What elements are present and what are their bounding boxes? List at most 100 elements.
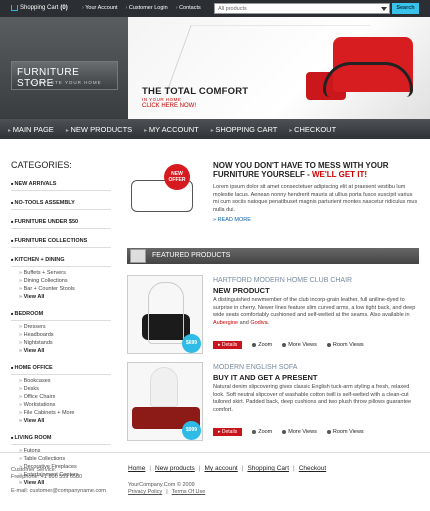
- room-icon: [326, 430, 331, 434]
- room-views-button[interactable]: Room Views: [326, 429, 364, 435]
- room-icon: [326, 343, 331, 347]
- category-home-office[interactable]: HOME OFFICE: [11, 362, 111, 375]
- view-all-link[interactable]: View All: [11, 347, 111, 355]
- cart-label: Shopping Cart: [20, 5, 59, 11]
- promo-title-accent: WE'LL GET IT!: [311, 170, 368, 179]
- cart-count: (0): [60, 5, 68, 11]
- footer-my-account-link[interactable]: My account: [205, 465, 238, 472]
- subcategory-link[interactable]: Buffets + Servers: [11, 269, 111, 277]
- godiva-link[interactable]: Godiva: [250, 320, 267, 326]
- zoom-icon: [252, 430, 257, 434]
- product-description: A distinguished newmember of the club in…: [213, 297, 416, 326]
- details-button[interactable]: Details: [213, 428, 243, 436]
- product-card: $699 HARTFORD MODERN HOME CLUB CHAIR NEW…: [127, 275, 419, 355]
- product-subtitle: BUY IT AND GET A PRESENT: [213, 373, 318, 382]
- footer-new-products-link[interactable]: New products: [155, 465, 195, 472]
- main-nav: MAIN PAGE NEW PRODUCTS MY ACCOUNT SHOPPI…: [0, 119, 430, 139]
- hero-link[interactable]: CLICK HERE NOW!: [142, 103, 196, 109]
- zoom-button[interactable]: Zoom: [252, 429, 272, 435]
- zoom-label: Zoom: [258, 429, 273, 435]
- person-image: [150, 367, 178, 407]
- categories-heading: CATEGORIES:: [11, 160, 72, 170]
- hero-subtitle: IN YOUR HOME: [142, 97, 182, 102]
- product-card: $999 MODERN ENGLISH SOFA BUY IT AND GET …: [127, 362, 419, 442]
- room-views-label: Room Views: [332, 429, 364, 435]
- subcategory-link[interactable]: Dining Collections: [11, 277, 111, 285]
- promo-block: NEW OFFER NOW YOU DON'T HAVE TO MESS WIT…: [127, 160, 417, 232]
- category-new-arrivals[interactable]: NEW ARRIVALS: [11, 178, 111, 191]
- footer-checkout-link[interactable]: Checkout: [299, 465, 326, 472]
- product-image[interactable]: $999: [127, 362, 203, 441]
- room-views-button[interactable]: Room Views: [326, 342, 364, 348]
- featured-heading: FEATURED PRODUCTS: [152, 252, 231, 259]
- more-views-label: More Views: [288, 342, 317, 348]
- subcategory-link[interactable]: Nightstands: [11, 339, 111, 347]
- privacy-policy-link[interactable]: Privacy Policy: [128, 489, 162, 495]
- logo-tagline: COMPLETE YOUR HOME: [30, 80, 102, 85]
- top-bar: Shopping Cart (0) Your Account Customer …: [0, 0, 430, 17]
- nav-shopping-cart[interactable]: SHOPPING CART: [211, 125, 277, 134]
- search-select-value: All products: [218, 6, 247, 12]
- footer-cart-link[interactable]: Shopping Cart: [247, 465, 289, 472]
- aubergine-link[interactable]: Aubergine: [213, 320, 238, 326]
- new-offer-badge: NEW OFFER: [164, 164, 190, 190]
- logo-title: FURNITURE STORE: [17, 67, 80, 89]
- subcategory-link[interactable]: Headboards: [11, 331, 111, 339]
- subcategory-link[interactable]: Dressers: [11, 323, 111, 331]
- subcategory-link[interactable]: Office Chairs: [11, 393, 111, 401]
- view-all-link[interactable]: View All: [11, 293, 111, 301]
- zoom-label: Zoom: [258, 342, 273, 348]
- cart-icon: [11, 5, 18, 11]
- terms-link[interactable]: Terms Of Use: [172, 489, 206, 495]
- category-living-room[interactable]: LIVING ROOM: [11, 432, 111, 445]
- subcategory-link[interactable]: File Cabinets + More: [11, 409, 111, 417]
- contacts-link[interactable]: Contacts: [176, 5, 201, 11]
- search-category-select[interactable]: All products: [214, 3, 390, 14]
- product-title[interactable]: MODERN ENGLISH SOFA: [213, 364, 297, 371]
- footer-email: E-mail: customer@companyname.com: [11, 488, 106, 494]
- price-badge: $999: [182, 421, 201, 440]
- nav-main-page[interactable]: MAIN PAGE: [8, 125, 54, 134]
- more-views-button[interactable]: More Views: [282, 342, 317, 348]
- nav-checkout[interactable]: CHECKOUT: [289, 125, 336, 134]
- promo-title: NOW YOU DON'T HAVE TO MESS WITH YOUR FUR…: [213, 161, 413, 179]
- chair-frame-image: [323, 62, 413, 97]
- shopping-cart-link[interactable]: Shopping Cart (0): [11, 5, 68, 11]
- hero-title: THE TOTAL COMFORT: [142, 86, 249, 97]
- customer-login-link[interactable]: Customer Login: [125, 5, 168, 11]
- category-no-tools[interactable]: NO-TOOLS ASSEMBLY: [11, 197, 111, 210]
- nav-my-account[interactable]: MY ACCOUNT: [144, 125, 199, 134]
- more-views-button[interactable]: More Views: [282, 429, 317, 435]
- category-kitchen-dining[interactable]: KITCHEN + DINING: [11, 254, 111, 267]
- product-title[interactable]: HARTFORD MODERN HOME CLUB CHAIR: [213, 277, 352, 284]
- search-button[interactable]: Search: [392, 3, 419, 14]
- subcategory-link[interactable]: Bookcases: [11, 377, 111, 385]
- logo[interactable]: FURNITURE STORE COMPLETE YOUR HOME: [11, 61, 118, 90]
- description-conjunction: and: [238, 319, 251, 326]
- sidebar: CATEGORIES: NEW ARRIVALS NO-TOOLS ASSEMB…: [11, 160, 111, 494]
- details-button[interactable]: Details: [213, 341, 243, 349]
- footer-home-link[interactable]: Home: [128, 465, 145, 472]
- zoom-button[interactable]: Zoom: [252, 342, 272, 348]
- category-collections[interactable]: FURNITURE COLLECTIONS: [11, 235, 111, 248]
- subcategory-link[interactable]: Bar + Counter Stools: [11, 285, 111, 293]
- featured-icon: [130, 249, 146, 263]
- subcategory-link[interactable]: Desks: [11, 385, 111, 393]
- product-image[interactable]: $699: [127, 275, 203, 354]
- description-text: A distinguished newmember of the club in…: [213, 297, 416, 318]
- category-under-50[interactable]: FURNITURE UNDER $50: [11, 216, 111, 229]
- freephone: Freephone: +1 800 559 6580: [11, 474, 83, 480]
- person-image: [148, 282, 184, 344]
- view-all-link[interactable]: View All: [11, 417, 111, 425]
- category-bedroom[interactable]: BEDROOM: [11, 308, 111, 321]
- views-icon: [282, 430, 287, 434]
- your-account-link[interactable]: Your Account: [82, 5, 117, 11]
- price-badge: $699: [182, 334, 201, 353]
- read-more-link[interactable]: READ MORE: [213, 217, 251, 223]
- subcategory-link[interactable]: Workstations: [11, 401, 111, 409]
- more-views-label: More Views: [288, 429, 317, 435]
- nav-new-products[interactable]: NEW PRODUCTS: [66, 125, 133, 134]
- promo-image: NEW OFFER: [127, 160, 207, 230]
- service-label: Customer Service:: [11, 467, 57, 473]
- promo-text: Lorem ipsum dolor sit amet consectetuer …: [213, 184, 418, 213]
